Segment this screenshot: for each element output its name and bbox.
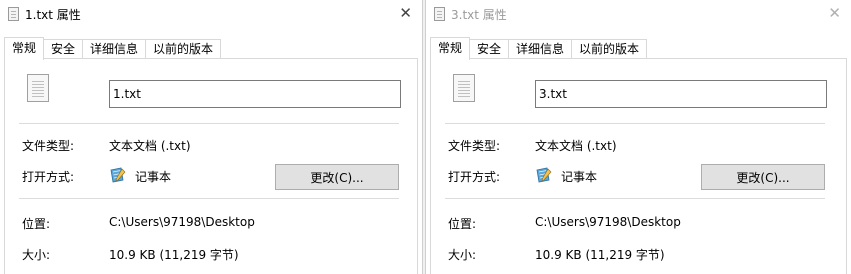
divider	[19, 123, 399, 124]
open-with-app: 记事本	[561, 170, 598, 184]
text-document-icon	[453, 74, 475, 102]
tab-bar: 常规 安全 详细信息 以前的版本	[4, 37, 222, 60]
open-with-label: 打开方式:	[22, 170, 75, 184]
text-file-icon	[434, 7, 445, 21]
divider	[445, 198, 825, 199]
tab-security[interactable]: 安全	[43, 39, 84, 59]
file-type-value: 文本文档 (.txt)	[109, 139, 191, 153]
location-value: C:\Users\97198\Desktop	[109, 215, 255, 229]
open-with-app: 记事本	[135, 170, 172, 184]
properties-dialog-1: 1.txt 属性 ✕ 常规 安全 详细信息 以前的版本 文件类型: 文本文档 (…	[0, 0, 422, 274]
notepad-icon	[110, 167, 126, 183]
tab-previous-versions[interactable]: 以前的版本	[145, 39, 222, 59]
close-button[interactable]: ✕	[828, 4, 841, 22]
file-name-input[interactable]	[109, 80, 401, 108]
general-panel: 文件类型: 文本文档 (.txt) 打开方式: 记事本 更改(C)... 位置:…	[4, 58, 418, 274]
window-title: 1.txt 属性	[25, 8, 81, 22]
open-with-label: 打开方式:	[448, 170, 501, 184]
general-panel: 文件类型: 文本文档 (.txt) 打开方式: 记事本 更改(C)... 位置:…	[430, 58, 847, 274]
location-value: C:\Users\97198\Desktop	[535, 215, 681, 229]
tab-bar: 常规 安全 详细信息 以前的版本	[430, 37, 648, 60]
text-file-icon	[8, 7, 19, 21]
tab-general[interactable]: 常规	[4, 37, 45, 60]
tab-details[interactable]: 详细信息	[82, 39, 147, 59]
tab-details[interactable]: 详细信息	[508, 39, 573, 59]
window-title: 3.txt 属性	[451, 8, 507, 22]
file-name-input[interactable]	[535, 80, 827, 108]
divider	[19, 198, 399, 199]
size-label: 大小:	[22, 248, 51, 262]
location-label: 位置:	[22, 217, 51, 231]
title-bar[interactable]: 3.txt 属性 ✕	[426, 0, 851, 30]
tab-general[interactable]: 常规	[430, 37, 471, 60]
tab-security[interactable]: 安全	[469, 39, 510, 59]
change-button[interactable]: 更改(C)...	[275, 164, 399, 190]
text-document-icon	[27, 74, 49, 102]
size-value: 10.9 KB (11,219 字节)	[535, 248, 665, 262]
file-type-label: 文件类型:	[448, 139, 501, 153]
notepad-icon	[536, 167, 552, 183]
size-label: 大小:	[448, 248, 477, 262]
location-label: 位置:	[448, 217, 477, 231]
file-type-label: 文件类型:	[22, 139, 75, 153]
tab-previous-versions[interactable]: 以前的版本	[571, 39, 648, 59]
close-button[interactable]: ✕	[399, 4, 412, 22]
divider	[445, 123, 825, 124]
change-button[interactable]: 更改(C)...	[701, 164, 825, 190]
file-type-value: 文本文档 (.txt)	[535, 139, 617, 153]
title-bar[interactable]: 1.txt 属性 ✕	[0, 0, 422, 30]
properties-dialog-3: 3.txt 属性 ✕ 常规 安全 详细信息 以前的版本 文件类型: 文本文档 (…	[426, 0, 851, 274]
size-value: 10.9 KB (11,219 字节)	[109, 248, 239, 262]
